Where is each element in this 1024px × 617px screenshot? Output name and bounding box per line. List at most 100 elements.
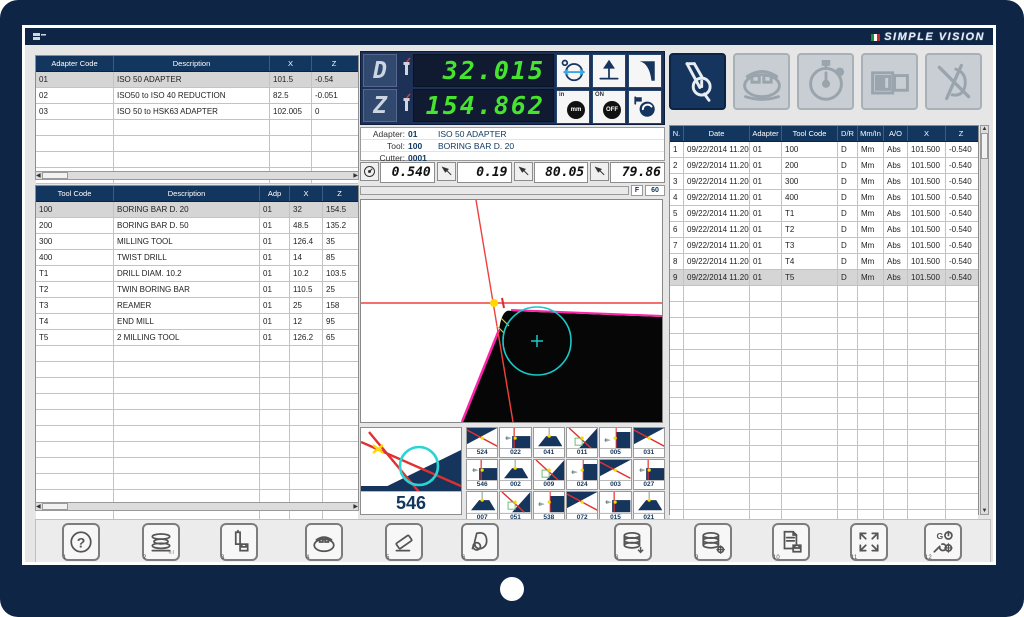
adapter-table-hscrollbar[interactable]: ◀▶ xyxy=(35,171,359,180)
measure-thumbnail[interactable]: 003 xyxy=(599,459,631,490)
history-row[interactable]: 109/22/2014 11.2001100DMmAbs101.500-0.54… xyxy=(670,142,978,158)
tool-row[interactable]: T2TWIN BORING BAR01110.525 xyxy=(36,282,358,298)
tool-row[interactable] xyxy=(36,378,358,394)
indicator-mode-button[interactable] xyxy=(797,53,854,110)
history-row[interactable] xyxy=(670,350,978,366)
scales-button[interactable]: 0.02 xyxy=(142,523,180,561)
feed-slider[interactable] xyxy=(360,186,629,195)
history-row[interactable] xyxy=(670,494,978,510)
tool-row[interactable] xyxy=(36,346,358,362)
tool-row[interactable] xyxy=(36,474,358,490)
measure-thumbnail[interactable]: 015 xyxy=(599,491,631,522)
on-off-toggle[interactable]: ONOFF xyxy=(592,90,626,124)
history-row[interactable] xyxy=(670,318,978,334)
tool-row[interactable] xyxy=(36,394,358,410)
history-row[interactable] xyxy=(670,382,978,398)
selected-measure-preview[interactable]: 546 xyxy=(360,427,462,515)
db-save-button[interactable]: 8 xyxy=(614,523,652,561)
history-row[interactable]: 509/22/2014 11.2001T1DMmAbs101.500-0.540 xyxy=(670,206,978,222)
doc-save-button[interactable]: 10 xyxy=(772,523,810,561)
measure-thumbnail[interactable]: 546 xyxy=(466,459,498,490)
machine-button[interactable]: 4 xyxy=(305,523,343,561)
history-row[interactable] xyxy=(670,398,978,414)
rotate-icon[interactable] xyxy=(628,90,662,124)
scroll-down-icon[interactable]: ▼ xyxy=(982,508,988,514)
settings-button[interactable]: G12 xyxy=(924,523,962,561)
scroll-left-icon[interactable]: ◀ xyxy=(36,504,41,510)
history-table-vscrollbar[interactable]: ▲▼ xyxy=(980,125,989,515)
measure-thumbnail[interactable]: 009 xyxy=(533,459,565,490)
measure-thumbnail[interactable]: 072 xyxy=(566,491,598,522)
measure-thumbnail[interactable]: 524 xyxy=(466,427,498,458)
adapter-row[interactable] xyxy=(36,136,358,152)
scroll-right-icon[interactable]: ▶ xyxy=(353,504,358,510)
tool-row[interactable] xyxy=(36,362,358,378)
history-row[interactable]: 409/22/2014 11.2001400DMmAbs101.500-0.54… xyxy=(670,190,978,206)
corner-arrow-icon-button[interactable] xyxy=(437,162,456,181)
cnc-mode-button[interactable] xyxy=(861,53,918,110)
history-row[interactable] xyxy=(670,414,978,430)
scrollbar-thumb[interactable] xyxy=(42,172,68,179)
power-button[interactable] xyxy=(500,577,524,601)
measure-thumbnail[interactable]: 021 xyxy=(633,491,665,522)
gauge-icon-button[interactable] xyxy=(360,162,379,181)
history-row[interactable]: 909/22/2014 11.2001T5DMmAbs101.500-0.540 xyxy=(670,270,978,286)
measure-thumbnail[interactable]: 031 xyxy=(633,427,665,458)
tool-row[interactable]: 100BORING BAR D. 200132154.5 xyxy=(36,202,358,218)
tool-row[interactable] xyxy=(36,458,358,474)
tool-save-button[interactable]: 3 xyxy=(220,523,258,561)
axis-label-d[interactable]: D xyxy=(363,54,397,87)
scroll-left-icon[interactable]: ◀ xyxy=(36,173,41,179)
history-row[interactable]: 209/22/2014 11.2001200DMmAbs101.500-0.54… xyxy=(670,158,978,174)
measure-thumbnail[interactable]: 027 xyxy=(633,459,665,490)
measure-thumbnail[interactable]: 002 xyxy=(499,459,531,490)
tool-row[interactable]: T52 MILLING TOOL01126.265 xyxy=(36,330,358,346)
db-gear-button[interactable]: 9 xyxy=(694,523,732,561)
axis-label-z[interactable]: Z xyxy=(363,89,397,122)
feed-value[interactable]: 60 xyxy=(645,185,665,196)
tool-row[interactable]: T3REAMER0125158 xyxy=(36,298,358,314)
erase-button[interactable]: 5 xyxy=(385,523,423,561)
tool-row[interactable]: 200BORING BAR D. 500148.5135.2 xyxy=(36,218,358,234)
history-row[interactable] xyxy=(670,334,978,350)
reference-icon[interactable] xyxy=(592,54,626,88)
no-tool-mode-button[interactable] xyxy=(925,53,982,110)
adapter-row[interactable]: 03ISO 50 to HSK63 ADAPTER102.0050 xyxy=(36,104,358,120)
corner-arrow-icon-button[interactable] xyxy=(514,162,533,181)
tool-row[interactable]: T1DRILL DIAM. 10.20110.2103.5 xyxy=(36,266,358,282)
mm-in-toggle[interactable]: inmm xyxy=(556,90,590,124)
tool-ball-button[interactable]: 6 xyxy=(461,523,499,561)
profile-icon[interactable] xyxy=(628,54,662,88)
history-row[interactable]: 709/22/2014 11.2001T3DMmAbs101.500-0.540 xyxy=(670,238,978,254)
diameter-icon[interactable] xyxy=(556,54,590,88)
expand-button[interactable]: 11 xyxy=(850,523,888,561)
caliper-mode-button[interactable] xyxy=(669,53,726,110)
corner-arrow-icon-button[interactable] xyxy=(590,162,609,181)
scrollbar-thumb[interactable] xyxy=(981,133,988,159)
tool-row[interactable] xyxy=(36,442,358,458)
scroll-right-icon[interactable]: ▶ xyxy=(353,173,358,179)
history-row[interactable] xyxy=(670,430,978,446)
history-row[interactable] xyxy=(670,478,978,494)
measure-thumbnail[interactable]: 051 xyxy=(499,491,531,522)
adapter-row[interactable] xyxy=(36,152,358,168)
scroll-up-icon[interactable]: ▲ xyxy=(982,126,988,132)
history-row[interactable]: 309/22/2014 11.2001300DMmAbs101.500-0.54… xyxy=(670,174,978,190)
tool-row[interactable] xyxy=(36,426,358,442)
measure-thumbnail[interactable]: 011 xyxy=(566,427,598,458)
history-row[interactable]: 809/22/2014 11.2001T4DMmAbs101.500-0.540 xyxy=(670,254,978,270)
history-row[interactable] xyxy=(670,462,978,478)
tool-table-hscrollbar[interactable]: ◀▶ xyxy=(35,502,359,511)
measure-thumbnail[interactable]: 041 xyxy=(533,427,565,458)
history-row[interactable] xyxy=(670,286,978,302)
scrollbar-thumb[interactable] xyxy=(42,503,68,510)
measure-thumbnail[interactable]: 007 xyxy=(466,491,498,522)
tool-row[interactable] xyxy=(36,410,358,426)
adapter-row[interactable]: 01ISO 50 ADAPTER101.5-0.54 xyxy=(36,72,358,88)
measure-thumbnail[interactable]: 022 xyxy=(499,427,531,458)
measure-thumbnail[interactable]: 538 xyxy=(533,491,565,522)
measure-thumbnail[interactable]: 024 xyxy=(566,459,598,490)
help-button[interactable]: ?1 xyxy=(62,523,100,561)
history-row[interactable] xyxy=(670,446,978,462)
adapter-row[interactable]: 02ISO50 to ISO 40 REDUCTION82.5-0.051 xyxy=(36,88,358,104)
